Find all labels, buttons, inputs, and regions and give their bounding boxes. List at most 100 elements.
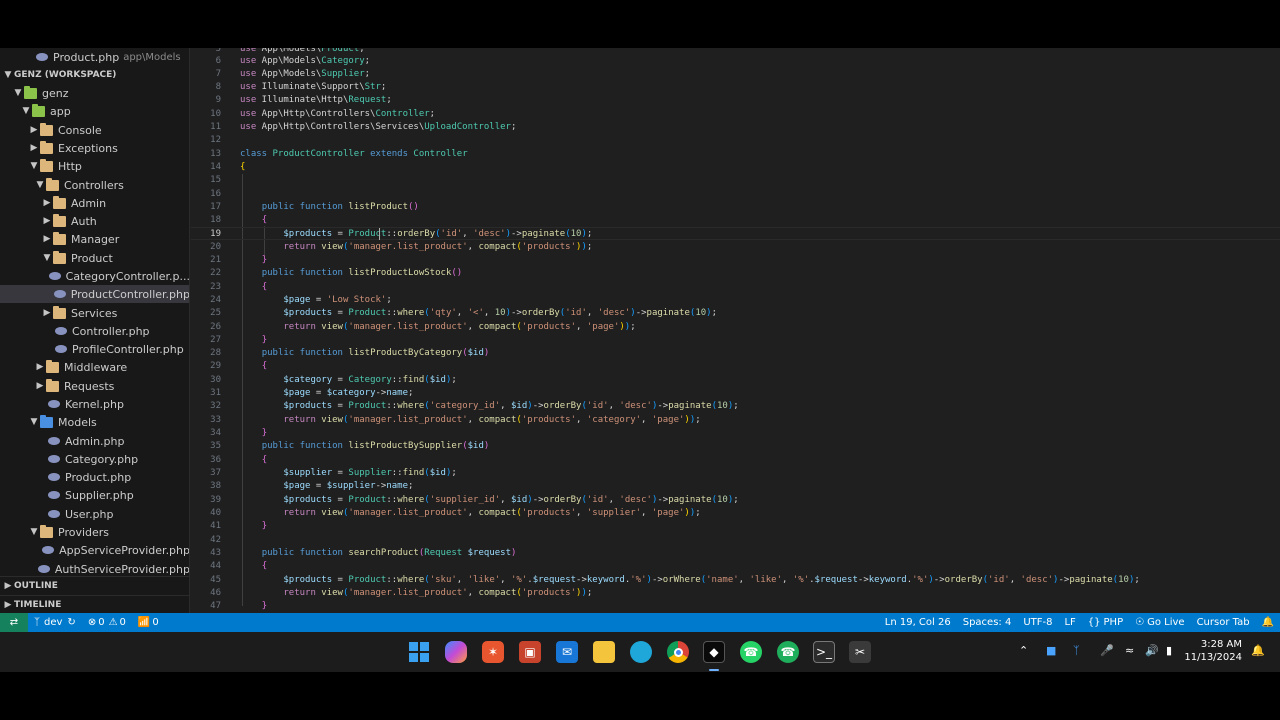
chevron-up-icon[interactable]: ⌃ bbox=[1019, 644, 1028, 657]
tree-file-user[interactable]: User.php bbox=[0, 505, 189, 523]
tree-file-profilecontroller[interactable]: ProfileController.php bbox=[0, 340, 189, 358]
code-line[interactable]: 20 return view('manager.list_product', c… bbox=[191, 241, 1280, 254]
encoding-button[interactable]: UTF-8 bbox=[1017, 613, 1058, 632]
code-line[interactable]: 7 use App\Models\Supplier; bbox=[191, 68, 1280, 81]
ports-button[interactable]: 📶 0 bbox=[132, 613, 165, 632]
copilot-icon[interactable] bbox=[445, 641, 467, 663]
tree-folder-requests[interactable]: ▶ Requests bbox=[0, 377, 189, 395]
code-line[interactable]: 46 return view('manager.list_product', c… bbox=[191, 587, 1280, 600]
tree-folder-auth[interactable]: ▶ Auth bbox=[0, 212, 189, 230]
tray-app-icon[interactable]: ■ bbox=[1046, 644, 1056, 657]
tree-file-product[interactable]: Product.php bbox=[0, 468, 189, 486]
tree-folder-console[interactable]: ▶ Console bbox=[0, 121, 189, 139]
tree-file-admin[interactable]: Admin.php bbox=[0, 432, 189, 450]
code-line[interactable]: 40 return view('manager.list_product', c… bbox=[191, 507, 1280, 520]
code-line[interactable]: 38 $page = $supplier->name; bbox=[191, 480, 1280, 493]
eol-button[interactable]: LF bbox=[1058, 613, 1081, 632]
timeline-header[interactable]: ▶ TIMELINE bbox=[0, 595, 189, 613]
tree-file-controller[interactable]: Controller.php bbox=[0, 322, 189, 340]
code-line[interactable]: 9 use Illuminate\Http\Request; bbox=[191, 94, 1280, 107]
tree-folder-models[interactable]: ▼ Models bbox=[0, 413, 189, 431]
open-editor-item[interactable]: Product.php app\Models bbox=[0, 48, 189, 66]
app-orange-icon[interactable]: ✶ bbox=[482, 641, 504, 663]
chrome-icon[interactable] bbox=[667, 641, 689, 663]
tree-folder-controllers[interactable]: ▼ Controllers bbox=[0, 176, 189, 194]
code-line[interactable]: 25 $products = Product::where('qty', '<'… bbox=[191, 307, 1280, 320]
code-line[interactable]: 30 $category = Category::find($id); bbox=[191, 374, 1280, 387]
code-line[interactable]: 34 } bbox=[191, 427, 1280, 440]
snipping-tool-icon[interactable]: ✂ bbox=[849, 641, 871, 663]
code-line[interactable]: 15 bbox=[191, 174, 1280, 187]
branch-button[interactable]: ᛉ dev ↻ bbox=[28, 613, 82, 632]
code-line[interactable]: 18 { bbox=[191, 214, 1280, 227]
code-line[interactable]: 22 public function listProductLowStock() bbox=[191, 267, 1280, 280]
code-line[interactable]: 29 { bbox=[191, 360, 1280, 373]
edge-icon[interactable] bbox=[630, 641, 652, 663]
go-live-button[interactable]: ☉ Go Live bbox=[1129, 613, 1190, 632]
code-line[interactable]: 23 { bbox=[191, 281, 1280, 294]
code-line[interactable]: 28 public function listProductByCategory… bbox=[191, 347, 1280, 360]
tree-file-category[interactable]: Category.php bbox=[0, 450, 189, 468]
code-line[interactable]: 32 $products = Product::where('category_… bbox=[191, 400, 1280, 413]
code-line[interactable]: 14 { bbox=[191, 161, 1280, 174]
code-line[interactable]: 47 } bbox=[191, 600, 1280, 613]
indentation-button[interactable]: Spaces: 4 bbox=[957, 613, 1018, 632]
code-line[interactable]: 33 return view('manager.list_product', c… bbox=[191, 414, 1280, 427]
code-line[interactable]: 24 $page = 'Low Stock'; bbox=[191, 294, 1280, 307]
tree-file-categorycontroller[interactable]: CategoryController.p... bbox=[0, 267, 189, 285]
windows-start-icon[interactable] bbox=[408, 641, 430, 663]
tree-folder-http[interactable]: ▼ Http bbox=[0, 157, 189, 175]
code-line[interactable]: 35 public function listProductBySupplier… bbox=[191, 440, 1280, 453]
terminal-icon[interactable]: >_ bbox=[813, 641, 835, 663]
remote-indicator-button[interactable]: ⇄ bbox=[0, 613, 28, 632]
tree-folder-providers[interactable]: ▼ Providers bbox=[0, 523, 189, 541]
battery-icon[interactable]: ▮ bbox=[1166, 644, 1172, 657]
tree-file-kernel[interactable]: Kernel.php bbox=[0, 395, 189, 413]
code-line[interactable]: 8 use Illuminate\Support\Str; bbox=[191, 81, 1280, 94]
wifi-icon[interactable]: ≈ bbox=[1125, 644, 1134, 657]
tree-folder-exceptions[interactable]: ▶ Exceptions bbox=[0, 139, 189, 157]
code-line[interactable]: 41 } bbox=[191, 520, 1280, 533]
code-line-current[interactable]: 19 $products = Product::orderBy('id', 'd… bbox=[191, 227, 1280, 240]
tree-folder-admin[interactable]: ▶ Admin bbox=[0, 194, 189, 212]
code-line[interactable]: 39 $products = Product::where('supplier_… bbox=[191, 494, 1280, 507]
tree-file-appserviceprovider[interactable]: AppServiceProvider.php bbox=[0, 541, 189, 559]
code-line[interactable]: 45 $products = Product::where('sku', 'li… bbox=[191, 574, 1280, 587]
tree-folder-genz[interactable]: ▼ genz bbox=[0, 84, 189, 102]
code-line[interactable]: 11 use App\Http\Controllers\Services\Uplo… bbox=[191, 121, 1280, 134]
whatsapp-icon[interactable]: ☎ bbox=[740, 641, 762, 663]
code-line[interactable]: 17 public function listProduct() bbox=[191, 201, 1280, 214]
workspace-header[interactable]: ▼ GENZ (WORKSPACE) bbox=[0, 66, 189, 84]
tree-file-supplier[interactable]: Supplier.php bbox=[0, 486, 189, 504]
tree-folder-product[interactable]: ▼ Product bbox=[0, 249, 189, 267]
app-photo-icon[interactable]: ▣ bbox=[519, 641, 541, 663]
code-line[interactable]: 27 } bbox=[191, 334, 1280, 347]
code-line[interactable]: 43 public function searchProduct(Request… bbox=[191, 547, 1280, 560]
problems-button[interactable]: ⊗ 0 ⚠ 0 bbox=[82, 613, 132, 632]
code-line[interactable]: 13 class ProductController extends Contro… bbox=[191, 148, 1280, 161]
notification-bell-icon[interactable]: 🔔 bbox=[1251, 644, 1265, 657]
code-line[interactable]: 26 return view('manager.list_product', c… bbox=[191, 321, 1280, 334]
notifications-button[interactable]: 🔔 bbox=[1256, 613, 1280, 632]
code-line[interactable]: 44 { bbox=[191, 560, 1280, 573]
tree-folder-manager[interactable]: ▶ Manager bbox=[0, 230, 189, 248]
whatsapp-business-icon[interactable]: ☎ bbox=[777, 641, 799, 663]
tree-folder-middleware[interactable]: ▶ Middleware bbox=[0, 358, 189, 376]
code-line[interactable]: 31 $page = $category->name; bbox=[191, 387, 1280, 400]
tree-folder-services[interactable]: ▶ Services bbox=[0, 304, 189, 322]
outline-header[interactable]: ▶ OUTLINE bbox=[0, 576, 189, 594]
cursor-tab-button[interactable]: Cursor Tab bbox=[1191, 613, 1256, 632]
bluetooth-icon[interactable]: ᛉ bbox=[1073, 644, 1080, 657]
code-line[interactable]: 37 $supplier = Supplier::find($id); bbox=[191, 467, 1280, 480]
tree-folder-app[interactable]: ▼ app bbox=[0, 102, 189, 120]
code-editor[interactable]: 5 use App\Models\Product; 6 use App\Models… bbox=[191, 48, 1280, 613]
cursor-position-button[interactable]: Ln 19, Col 26 bbox=[879, 613, 957, 632]
code-line[interactable]: 6 use App\Models\Category; bbox=[191, 55, 1280, 68]
code-line[interactable]: 12 bbox=[191, 134, 1280, 147]
code-line[interactable]: 42 bbox=[191, 534, 1280, 547]
volume-icon[interactable]: 🔊 bbox=[1145, 644, 1159, 657]
code-line[interactable]: 10 use App\Http\Controllers\Controller; bbox=[191, 108, 1280, 121]
tree-file-productcontroller[interactable]: ProductController.php bbox=[0, 285, 189, 303]
language-mode-button[interactable]: {} PHP bbox=[1082, 613, 1129, 632]
file-explorer-icon[interactable] bbox=[593, 641, 615, 663]
